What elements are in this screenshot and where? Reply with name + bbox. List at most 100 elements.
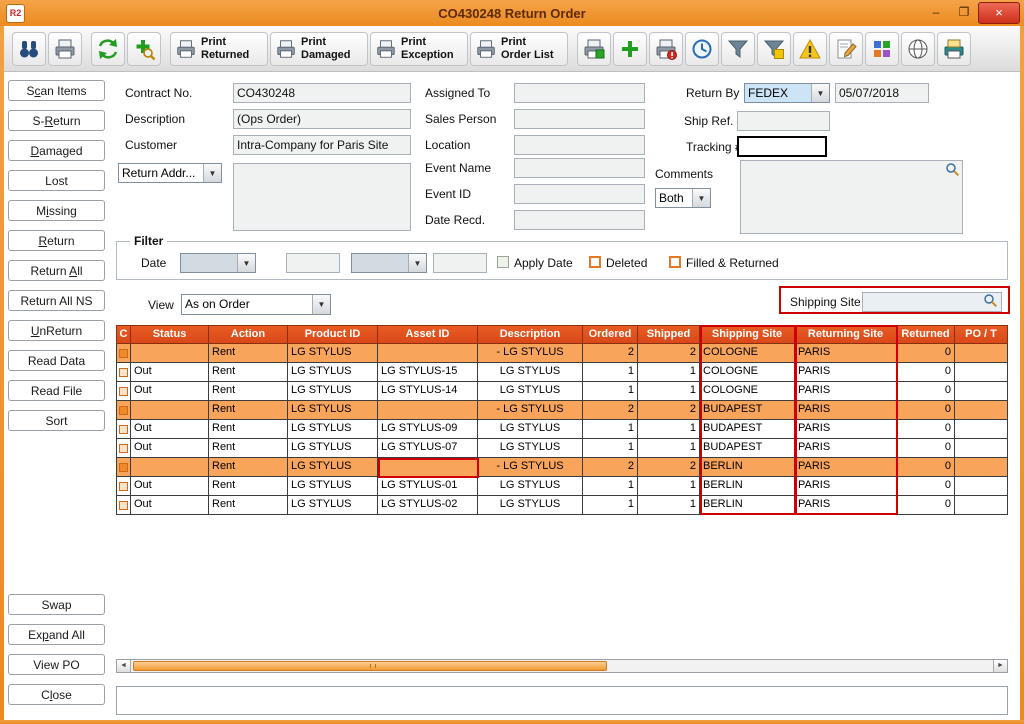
cell-action[interactable]: Rent (209, 477, 288, 496)
cell-product_id[interactable]: LG STYLUS (288, 344, 378, 363)
filter-date-combo-1[interactable]: ▼ (180, 253, 256, 273)
search-icon[interactable] (983, 293, 999, 309)
sidebar-button-sort[interactable]: Sort (8, 410, 105, 431)
cell-returned[interactable]: 0 (897, 420, 955, 439)
cell-status[interactable]: Out (131, 439, 209, 458)
row-select-checkbox[interactable] (119, 482, 128, 491)
chevron-down-icon[interactable]: ▼ (692, 189, 710, 207)
column-header-po[interactable]: PO / T (955, 325, 1008, 344)
cell-returned[interactable]: 0 (897, 401, 955, 420)
row-select-checkbox[interactable] (119, 463, 128, 472)
ship-ref-field[interactable] (737, 111, 830, 131)
cell-po[interactable] (955, 401, 1008, 420)
cell-returning_site[interactable]: PARIS (795, 363, 897, 382)
cell-ordered[interactable]: 2 (583, 344, 638, 363)
cell-returning_site[interactable]: PARIS (795, 439, 897, 458)
print-cash-icon[interactable] (937, 32, 971, 66)
cell-shipped[interactable]: 1 (638, 496, 700, 515)
sidebar-button-return-all-ns[interactable]: Return All NS (8, 290, 105, 311)
cell-ordered[interactable]: 1 (583, 382, 638, 401)
clock-icon[interactable] (685, 32, 719, 66)
column-header-c[interactable]: C (116, 325, 131, 344)
sidebar-button-read-file[interactable]: Read File (8, 380, 105, 401)
cell-description[interactable]: LG STYLUS (478, 496, 583, 515)
cell-po[interactable] (955, 382, 1008, 401)
chevron-down-icon[interactable]: ▼ (811, 84, 829, 102)
cell-description[interactable]: LG STYLUS (478, 420, 583, 439)
cell-asset_id[interactable]: LG STYLUS-07 (378, 439, 478, 458)
cell-status[interactable]: Out (131, 477, 209, 496)
filter-date-field-2[interactable] (433, 253, 487, 273)
sidebar-button-damaged[interactable]: Damaged (8, 140, 105, 161)
cell-description[interactable]: - LG STYLUS (478, 401, 583, 420)
row-select-checkbox[interactable] (119, 387, 128, 396)
cell-shipping_site[interactable]: COLOGNE (700, 344, 795, 363)
table-row[interactable]: OutRentLG STYLUSLG STYLUS-01LG STYLUS11B… (116, 477, 1008, 496)
print-ship-icon[interactable] (577, 32, 611, 66)
deleted-checkbox[interactable] (589, 256, 601, 268)
add-item-icon[interactable] (613, 32, 647, 66)
chevron-down-icon[interactable]: ▼ (408, 254, 426, 272)
cell-asset_id[interactable]: LG STYLUS-02 (378, 496, 478, 515)
cell-ordered[interactable]: 1 (583, 439, 638, 458)
cell-returning_site[interactable]: PARIS (795, 458, 897, 477)
column-header-returned[interactable]: Returned (897, 325, 955, 344)
cell-shipped[interactable]: 1 (638, 382, 700, 401)
filled-returned-checkbox[interactable] (669, 256, 681, 268)
sidebar-button-return[interactable]: Return (8, 230, 105, 251)
cell-returned[interactable]: 0 (897, 344, 955, 363)
row-select-checkbox[interactable] (119, 501, 128, 510)
search-icon[interactable] (945, 162, 961, 178)
sidebar-button-expand-all[interactable]: Expand All (8, 624, 105, 645)
cell-shipped[interactable]: 1 (638, 420, 700, 439)
cell-po[interactable] (955, 496, 1008, 515)
cell-returned[interactable]: 0 (897, 363, 955, 382)
export-warning-icon[interactable] (793, 32, 827, 66)
cell-status[interactable]: Out (131, 420, 209, 439)
cell-product_id[interactable]: LG STYLUS (288, 401, 378, 420)
cell-returned[interactable]: 0 (897, 496, 955, 515)
print-button-returned[interactable]: PrintReturned (170, 32, 268, 66)
cell-action[interactable]: Rent (209, 439, 288, 458)
return-address-box[interactable] (233, 163, 411, 231)
cell-shipping_site[interactable]: COLOGNE (700, 363, 795, 382)
cell-returning_site[interactable]: PARIS (795, 382, 897, 401)
cell-description[interactable]: LG STYLUS (478, 363, 583, 382)
cell-returning_site[interactable]: PARIS (795, 496, 897, 515)
cell-description[interactable]: - LG STYLUS (478, 344, 583, 363)
print-icon[interactable] (48, 32, 82, 66)
cell-ordered[interactable]: 1 (583, 496, 638, 515)
sidebar-button-close[interactable]: Close (8, 684, 105, 705)
add-search-icon[interactable] (127, 32, 161, 66)
assigned-to-field[interactable] (514, 83, 645, 103)
cell-status[interactable] (131, 344, 209, 363)
cell-returning_site[interactable]: PARIS (795, 401, 897, 420)
return-addr-dropdown[interactable]: Return Addr... ▼ (118, 163, 222, 183)
cell-returning_site[interactable]: PARIS (795, 420, 897, 439)
cell-ordered[interactable]: 2 (583, 401, 638, 420)
cell-shipping_site[interactable]: COLOGNE (700, 382, 795, 401)
chevron-down-icon[interactable]: ▼ (312, 295, 330, 314)
scrollbar-thumb[interactable] (133, 661, 607, 671)
table-row[interactable]: RentLG STYLUS- LG STYLUS22COLOGNEPARIS0 (116, 344, 1008, 363)
event-id-field[interactable] (514, 184, 645, 204)
cell-shipping_site[interactable]: BUDAPEST (700, 401, 795, 420)
chevron-down-icon[interactable]: ▼ (203, 164, 221, 182)
funnel-icon[interactable] (721, 32, 755, 66)
world-clock-icon[interactable] (901, 32, 935, 66)
close-button[interactable]: × (978, 2, 1020, 24)
column-header-asset_id[interactable]: Asset ID (378, 325, 478, 344)
scroll-right-icon[interactable]: ► (993, 660, 1007, 672)
filter-date-combo-2[interactable]: ▼ (351, 253, 427, 273)
date-recd-field[interactable] (514, 210, 645, 230)
table-row[interactable]: OutRentLG STYLUSLG STYLUS-09LG STYLUS11B… (116, 420, 1008, 439)
column-header-shipping_site[interactable]: Shipping Site (700, 325, 795, 344)
row-select-checkbox[interactable] (119, 368, 128, 377)
cell-shipped[interactable]: 2 (638, 401, 700, 420)
table-row[interactable]: RentLG STYLUS- LG STYLUS22BERLINPARIS0 (116, 458, 1008, 477)
cell-status[interactable]: Out (131, 363, 209, 382)
cell-action[interactable]: Rent (209, 496, 288, 515)
cell-returning_site[interactable]: PARIS (795, 477, 897, 496)
cell-shipped[interactable]: 2 (638, 344, 700, 363)
cell-shipped[interactable]: 2 (638, 458, 700, 477)
